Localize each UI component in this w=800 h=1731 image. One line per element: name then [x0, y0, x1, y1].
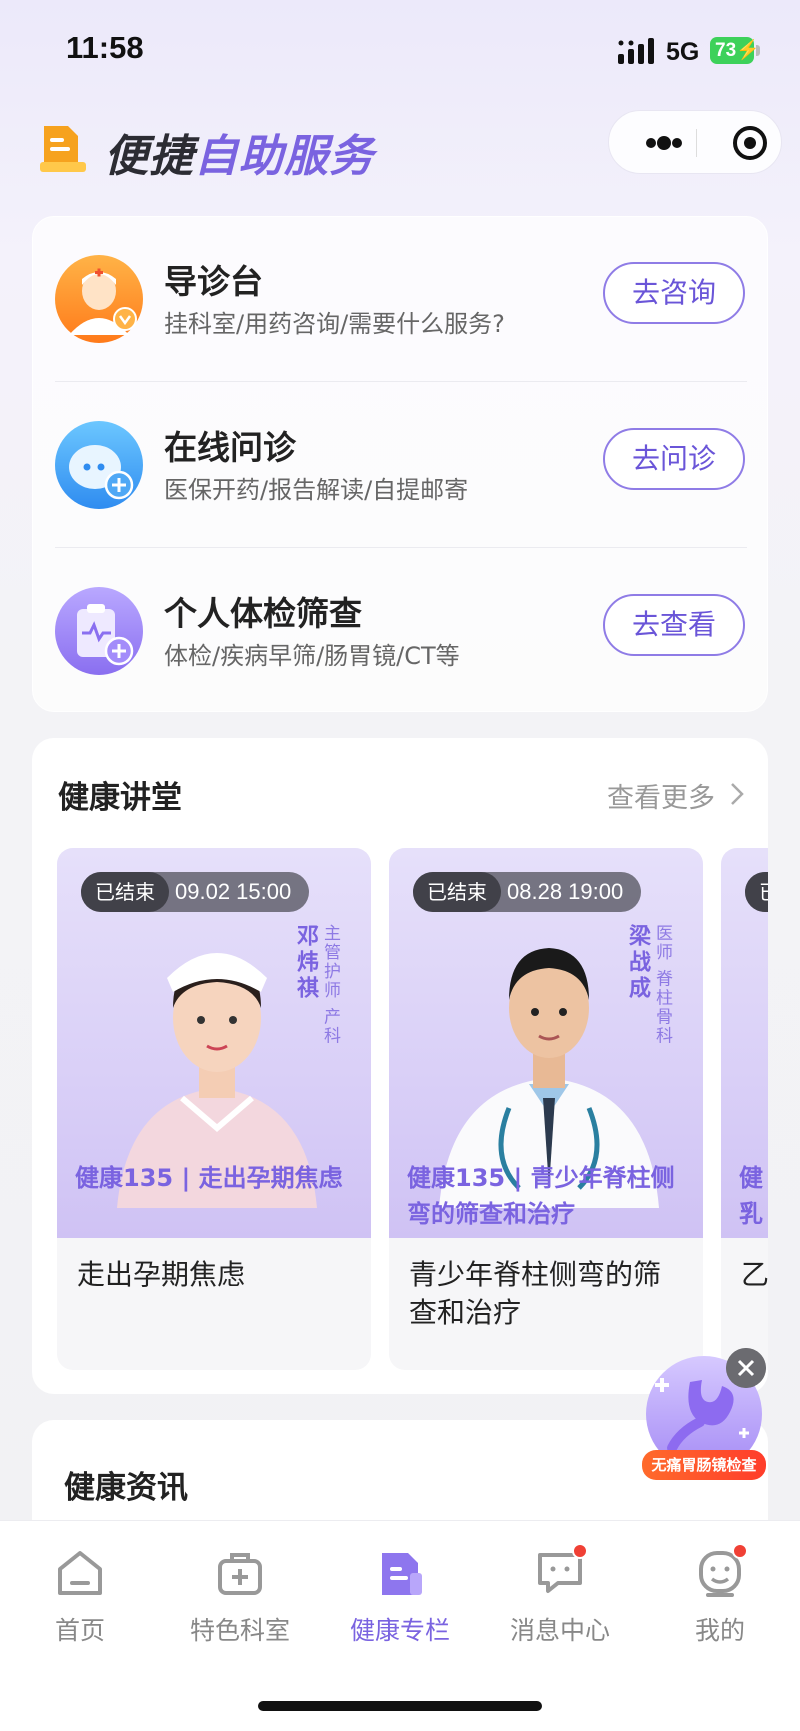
bottom-tab-bar: 首页 特色科室 健康专栏 消息中心 我的 [0, 1520, 800, 1731]
lecture-poster: 已结束 09.02 15:00 邓炜祺 主管护师 产科 健康135 | 走出孕期焦… [57, 848, 371, 1238]
consult-button[interactable]: 去咨询 [603, 262, 745, 324]
lecture-poster: 已 健 乳 [721, 848, 768, 1238]
tab-messages[interactable]: 消息中心 [490, 1543, 630, 1657]
poster-title: 健 乳 [739, 1164, 763, 1228]
poster-title: 健康135 | 青少年脊柱侧弯的筛查和治疗 [407, 1164, 675, 1228]
service-subtitle: 医保开药/报告解读/自提邮寄 [164, 476, 469, 504]
status-time: 11:58 [66, 30, 144, 65]
lecture-card[interactable]: 已结束 09.02 15:00 邓炜祺 主管护师 产科 健康135 | 走出孕期焦… [57, 848, 371, 1370]
page-title: 便捷自助服务 [104, 131, 374, 182]
lecture-status-badge: 已结束 09.02 15:00 [81, 872, 310, 912]
close-icon[interactable] [726, 1348, 766, 1388]
inquiry-button[interactable]: 去问诊 [603, 428, 745, 490]
service-row-checkup[interactable]: 个人体检筛查 体检/疾病早筛/肠胃镜/CT等 去查看 [33, 549, 769, 715]
target-icon[interactable] [721, 111, 783, 175]
chat-bubble-icon [55, 421, 143, 509]
home-icon [58, 1551, 102, 1595]
chevron-right-icon [731, 783, 744, 805]
tab-label: 我的 [694, 1616, 745, 1645]
service-subtitle: 挂科室/用药咨询/需要什么服务? [164, 310, 505, 338]
view-button[interactable]: 去查看 [603, 594, 745, 656]
battery-icon: 73⚡ [710, 37, 760, 64]
tab-departments[interactable]: 特色科室 [170, 1547, 310, 1657]
clipboard-health-icon [55, 587, 143, 675]
battery-cap [756, 45, 760, 56]
miniapp-capsule [608, 110, 782, 174]
section-title: 健康资讯 [64, 1470, 188, 1506]
lecture-caption: 青少年脊柱侧弯的筛查和治疗 [409, 1258, 662, 1329]
signal-icon [618, 38, 654, 64]
capsule-divider [696, 129, 697, 157]
section-title: 健康讲堂 [58, 780, 182, 816]
self-service-card: 导诊台 挂科室/用药咨询/需要什么服务? 去咨询 在线问诊 医保开药/报告解读/… [32, 216, 768, 712]
health-column-icon [382, 1553, 422, 1595]
doctor-name: 邓炜祺 [293, 924, 318, 1002]
battery-level: 73 [715, 40, 737, 61]
medical-kit-icon [218, 1553, 262, 1595]
divider [55, 381, 747, 382]
lecture-poster: 已结束 08.28 19:00 梁战成 医师 脊柱骨科 健康135 | 青少年脊柱… [389, 848, 703, 1238]
tab-label: 健康专栏 [349, 1616, 450, 1645]
view-more-link[interactable]: 查看更多 [607, 776, 715, 815]
service-title: 在线问诊 [164, 428, 296, 467]
tab-home[interactable]: 首页 [10, 1547, 150, 1657]
service-row-online[interactable]: 在线问诊 医保开药/报告解读/自提邮寄 去问诊 [33, 383, 769, 549]
poster-title: 健康135 | 走出孕期焦虑 [75, 1164, 343, 1192]
doctor-name: 梁战成 [625, 924, 650, 1002]
service-title: 个人体检筛查 [164, 594, 362, 633]
tab-label: 首页 [54, 1616, 105, 1645]
doctor-role: 主管护师 产科 [320, 924, 340, 1046]
network-type: 5G [666, 38, 700, 66]
lecture-status-badge: 已 [745, 872, 768, 912]
divider [55, 547, 747, 548]
notification-badge [732, 1543, 748, 1559]
lecture-caption: 乙 [741, 1258, 768, 1291]
tab-label: 特色科室 [189, 1616, 290, 1645]
lecture-card[interactable]: 已结束 08.28 19:00 梁战成 医师 脊柱骨科 健康135 | 青少年脊柱… [389, 848, 703, 1370]
tab-label: 消息中心 [509, 1616, 610, 1645]
lecture-card[interactable]: 已 健 乳 乙 [721, 848, 768, 1370]
lecture-caption: 走出孕期焦虑 [77, 1258, 246, 1291]
service-subtitle: 体检/疾病早筛/肠胃镜/CT等 [164, 642, 460, 670]
doctor-role: 医师 脊柱骨科 [652, 924, 672, 1046]
lecture-carousel[interactable]: 已结束 09.02 15:00 邓炜祺 主管护师 产科 健康135 | 走出孕期焦… [57, 848, 768, 1370]
health-lecture-section: 健康讲堂 查看更多 已结束 09.02 15:00 邓炜祺 主管护师 产科 健康… [32, 738, 768, 1394]
tab-profile[interactable]: 我的 [650, 1543, 790, 1657]
tab-health-column[interactable]: 健康专栏 [330, 1547, 470, 1657]
notification-badge [572, 1543, 588, 1559]
promo-label[interactable]: 无痛胃肠镜检查 [642, 1450, 766, 1480]
service-title: 导诊台 [164, 262, 263, 301]
lecture-status-badge: 已结束 08.28 19:00 [413, 872, 642, 912]
service-row-guide[interactable]: 导诊台 挂科室/用药咨询/需要什么服务? 去咨询 [33, 217, 769, 383]
home-indicator [258, 1701, 542, 1711]
service-logo-icon [40, 126, 86, 172]
more-dots-icon[interactable] [629, 111, 695, 175]
status-bar: 11:58 5G 73⚡ [0, 0, 800, 100]
doctor-avatar-icon [55, 255, 143, 343]
